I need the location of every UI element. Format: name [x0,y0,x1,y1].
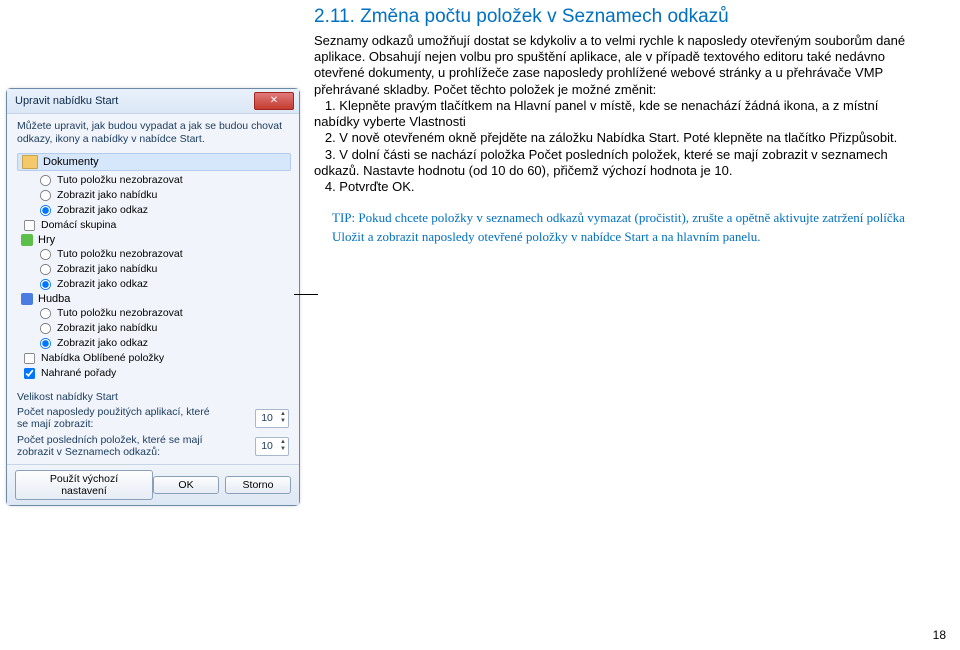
spinner-arrows-icon[interactable]: ▲▼ [278,411,288,425]
dialog-title: Upravit nabídku Start [15,95,118,107]
intro-paragraph: Seznamy odkazů umožňují dostat se kdykol… [314,33,920,98]
dialog-customize-start: Upravit nabídku Start ✕ Můžete upravit, … [6,88,300,506]
tree-section-games[interactable]: Hry [17,233,295,247]
tip-paragraph: TIP: Pokud chcete položky v seznamech od… [332,209,920,247]
size-label: Velikost nabídky Start [7,387,299,404]
recent-apps-label: Počet naposledy použitých aplikací, kter… [17,406,222,430]
radio-show-menu-3[interactable]: Zobrazit jako nabídku [17,321,295,336]
dialog-tree: Dokumenty Tuto položku nezobrazovat Zobr… [7,149,299,387]
defaults-button[interactable]: Použít výchozí nastavení [15,470,153,500]
radio-show-link-2[interactable]: Zobrazit jako odkaz [17,277,295,292]
recent-apps-spinner[interactable]: 10 ▲▼ [255,409,289,428]
close-icon[interactable]: ✕ [254,92,294,110]
tree-section-docs[interactable]: Dokumenty [17,153,291,171]
dialog-button-row: Použít výchozí nastavení OK Storno [7,464,299,505]
dialog-titlebar: Upravit nabídku Start ✕ [7,89,299,114]
tree-label: Dokumenty [43,156,99,168]
radio-show-link-3[interactable]: Zobrazit jako odkaz [17,336,295,351]
games-icon [21,234,33,246]
tree-section-music[interactable]: Hudba [17,292,295,306]
radio-no-display-3[interactable]: Tuto položku nezobrazovat [17,306,295,321]
recent-items-spinner[interactable]: 10 ▲▼ [255,437,289,456]
check-homegroup[interactable]: Domácí skupina [17,218,295,233]
callout-line [294,294,318,295]
recent-apps-row: Počet naposledy použitých aplikací, kter… [7,404,299,432]
dialog-intro: Můžete upravit, jak budou vypadat a jak … [7,114,299,149]
recent-items-label: Počet posledních položek, které se mají … [17,434,222,458]
radio-no-display-2[interactable]: Tuto položku nezobrazovat [17,247,295,262]
article-body: 2.11. Změna počtu položek v Seznamech od… [306,6,920,640]
radio-show-menu-2[interactable]: Zobrazit jako nabídku [17,262,295,277]
step-3: 3. V dolní části se nachází položka Poče… [314,147,920,180]
ok-button[interactable]: OK [153,476,219,494]
radio-no-display[interactable]: Tuto položku nezobrazovat [17,173,295,188]
recent-items-row: Počet posledních položek, které se mají … [7,432,299,460]
check-recorded[interactable]: Nahrané pořady [17,366,295,381]
folder-icon [22,155,38,169]
music-icon [21,293,33,305]
spinner-arrows-icon[interactable]: ▲▼ [278,439,288,453]
cancel-button[interactable]: Storno [225,476,291,494]
step-1: 1. Klepněte pravým tlačítkem na Hlavní p… [314,98,920,131]
radio-show-link[interactable]: Zobrazit jako odkaz [17,203,295,218]
page-number: 18 [933,628,946,642]
radio-show-menu[interactable]: Zobrazit jako nabídku [17,188,295,203]
step-2: 2. V nově otevřeném okně přejděte na zál… [314,130,920,146]
step-4: 4. Potvrďte OK. [314,179,920,195]
check-fav-menu[interactable]: Nabídka Oblíbené položky [17,351,295,366]
section-title: 2.11. Změna počtu položek v Seznamech od… [314,6,920,29]
